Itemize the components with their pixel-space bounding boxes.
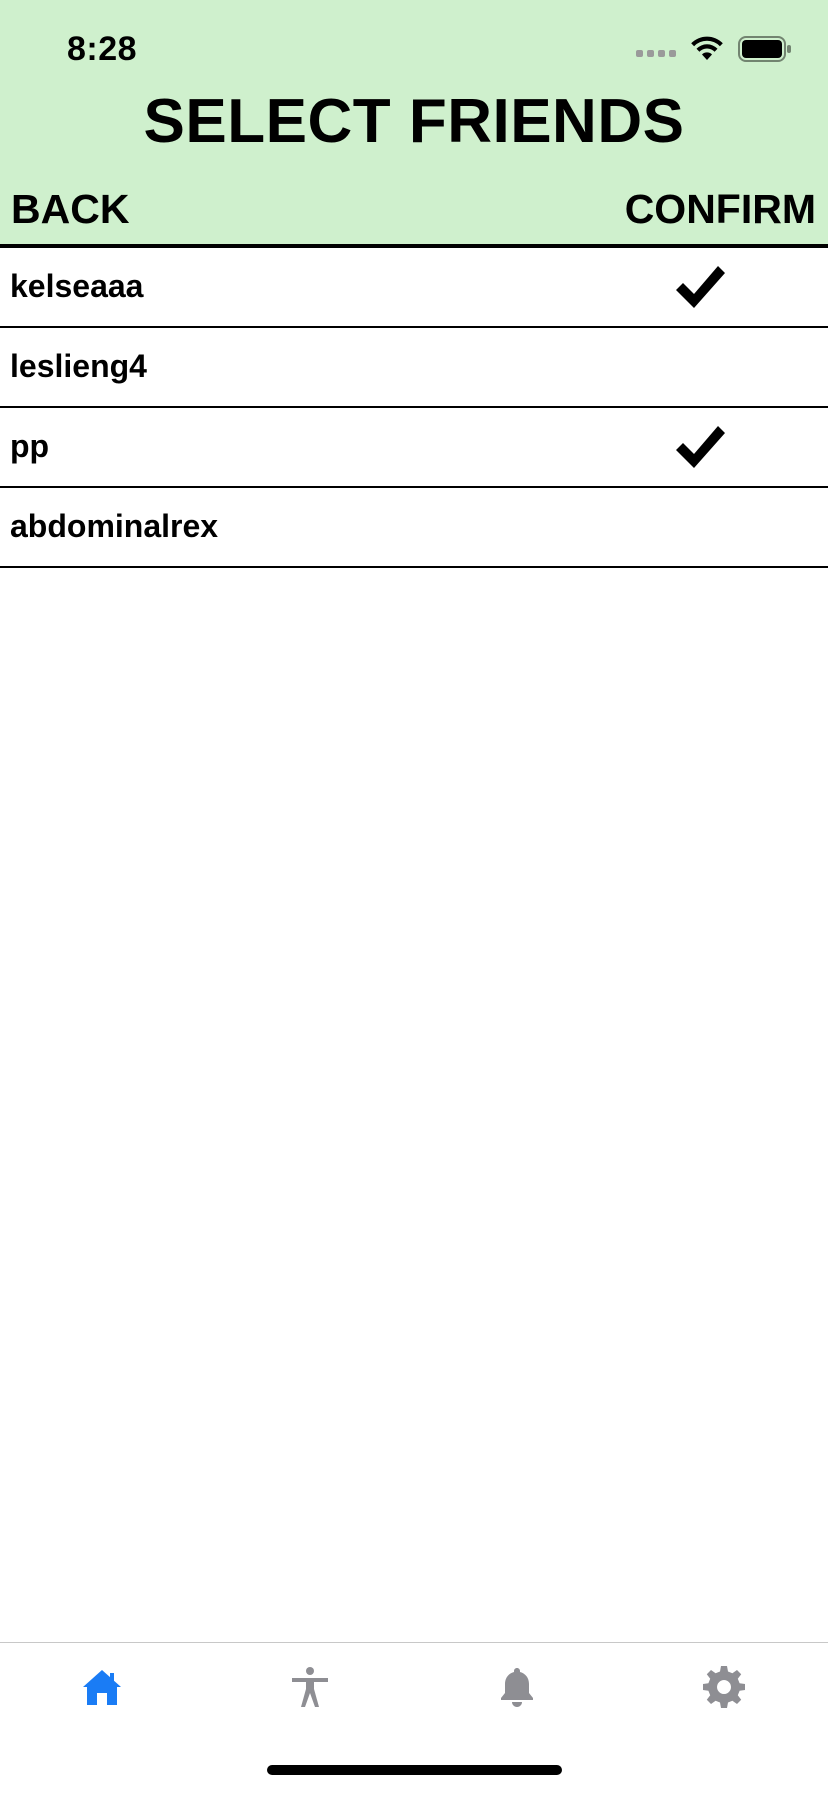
cellular-signal-icon <box>636 49 676 57</box>
wifi-icon <box>691 36 723 60</box>
gear-icon <box>703 1666 745 1708</box>
tab-accessibility[interactable] <box>280 1657 340 1717</box>
back-button[interactable]: BACK <box>11 186 129 233</box>
friend-row[interactable]: pp <box>0 408 828 488</box>
friend-name: pp <box>10 428 50 464</box>
person-icon <box>292 1667 328 1707</box>
friend-row[interactable]: kelseaaa <box>0 248 828 328</box>
status-time: 8:28 <box>67 30 138 68</box>
battery-icon <box>738 36 791 62</box>
header: 8:28 SELECT FRIENDS BACK CONFIRM <box>0 0 828 248</box>
bell-icon <box>501 1668 533 1707</box>
tab-home[interactable] <box>72 1657 132 1717</box>
friend-row[interactable]: leslieng4 <box>0 328 828 408</box>
home-indicator <box>267 1765 562 1775</box>
confirm-button[interactable]: CONFIRM <box>625 186 816 233</box>
home-icon <box>83 1670 121 1705</box>
friend-list: kelseaaa leslieng4 pp abdominalrex <box>0 248 828 568</box>
friend-name: kelseaaa <box>10 268 144 304</box>
friend-name: leslieng4 <box>10 348 147 384</box>
page-title: SELECT FRIENDS <box>143 87 685 156</box>
friend-name: abdominalrex <box>10 508 219 544</box>
tab-notifications[interactable] <box>487 1657 547 1717</box>
status-indicators <box>636 36 792 62</box>
checkmark-icon <box>676 266 725 308</box>
tab-settings[interactable] <box>694 1657 754 1717</box>
friend-row[interactable]: abdominalrex <box>0 488 828 568</box>
checkmark-icon <box>676 426 725 468</box>
